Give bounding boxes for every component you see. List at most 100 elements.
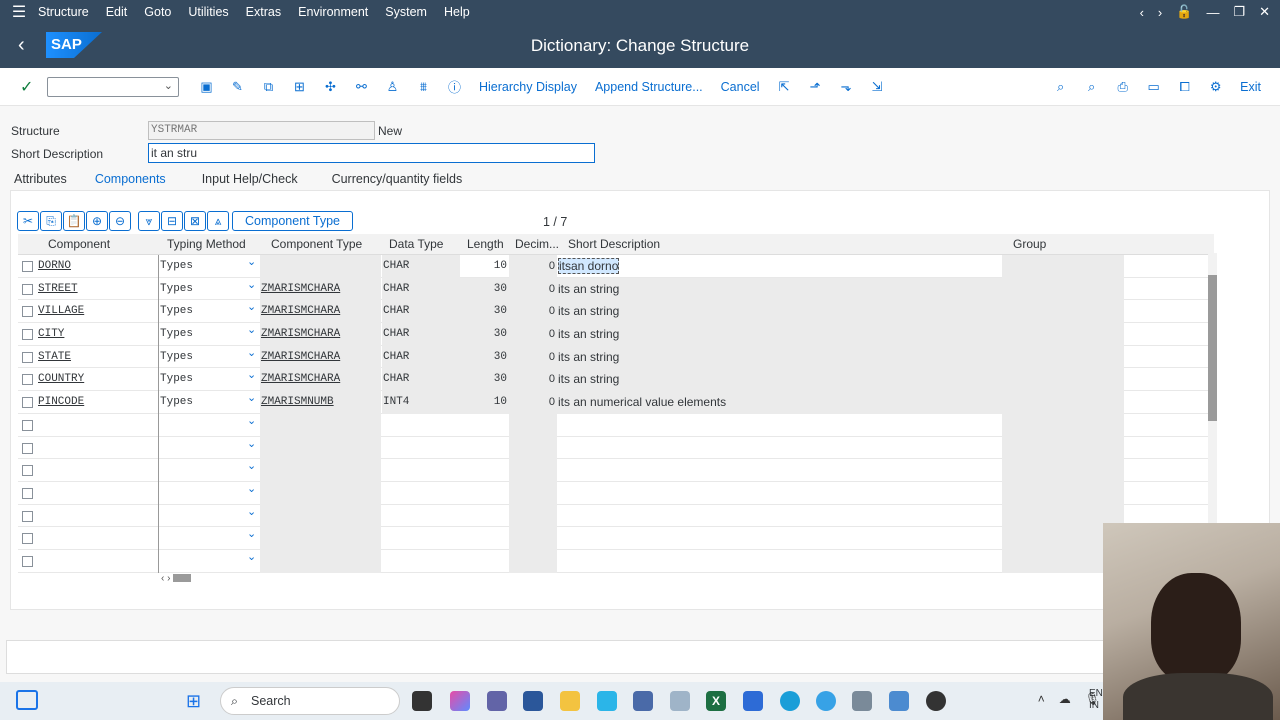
component-type-cell[interactable]: ZMARISMCHARA — [261, 300, 340, 323]
menu-utilities[interactable]: Utilities — [188, 5, 228, 19]
insert-include-icon[interactable]: ⊟ — [161, 211, 183, 231]
find-icon[interactable]: ⌕ — [1045, 79, 1076, 95]
edge-dev-icon[interactable] — [816, 691, 836, 711]
typing-method-cell[interactable]: Types — [160, 278, 193, 301]
row-select-checkbox[interactable] — [22, 283, 33, 295]
component-cell[interactable]: STREET — [38, 278, 158, 301]
component-type-cell[interactable]: ZMARISMCHARA — [261, 346, 340, 369]
menu-environment[interactable]: Environment — [298, 5, 368, 19]
short-description-cell[interactable]: its an string — [557, 345, 1002, 369]
chevron-up-icon[interactable]: ˄ — [1038, 692, 1045, 706]
short-description-cell[interactable]: itsan dorno — [557, 255, 1002, 278]
collapse-icon[interactable]: ⩓ — [207, 211, 229, 231]
row-select-checkbox[interactable] — [22, 510, 33, 522]
app-icon-10[interactable] — [743, 691, 763, 711]
component-type-button[interactable]: Component Type — [232, 211, 353, 231]
row-select-checkbox[interactable] — [22, 397, 33, 409]
maximize-icon[interactable]: ❐ — [1233, 4, 1245, 20]
chevron-down-icon[interactable]: ⌄ — [247, 437, 256, 450]
print-icon[interactable]: ⎙ — [1107, 79, 1138, 95]
row-select-checkbox[interactable] — [22, 329, 33, 341]
menu-edit[interactable]: Edit — [106, 5, 128, 19]
row-select-checkbox[interactable] — [22, 306, 33, 318]
typing-method-cell[interactable]: Types — [160, 368, 193, 391]
menu-goto[interactable]: Goto — [144, 5, 171, 19]
chevron-down-icon[interactable]: ⌄ — [247, 300, 256, 313]
where-used-icon[interactable]: ⚯ — [346, 79, 377, 95]
row-select-checkbox[interactable] — [22, 465, 33, 477]
delete-include-icon[interactable]: ⊠ — [184, 211, 206, 231]
component-cell[interactable]: PINCODE — [38, 391, 158, 414]
activate-icon[interactable]: ✣ — [315, 79, 346, 95]
check-icon[interactable]: ⊞ — [284, 79, 315, 95]
component-cell[interactable]: STATE — [38, 346, 158, 369]
menu-system[interactable]: System — [385, 5, 427, 19]
row-select-checkbox[interactable] — [22, 374, 33, 386]
display-change-icon[interactable]: ✎ — [222, 79, 253, 95]
row-select-checkbox[interactable] — [22, 261, 33, 272]
settings-icon[interactable]: ⚙ — [1200, 79, 1231, 95]
row-select-checkbox[interactable] — [22, 555, 33, 567]
windows-start-icon[interactable]: ⊞ — [186, 691, 201, 712]
last-page-icon[interactable]: ⇲ — [862, 79, 893, 95]
find-next-icon[interactable]: ⌕ — [1076, 79, 1107, 95]
first-page-icon[interactable]: ⇱ — [769, 79, 800, 95]
cloud-icon[interactable]: ☁ — [1059, 692, 1071, 706]
delete-row-icon[interactable]: ⊖ — [109, 211, 131, 231]
cut-icon[interactable]: ✂ — [17, 211, 39, 231]
short-description-cell[interactable]: its an string — [557, 277, 1002, 301]
command-field[interactable]: ⌄ — [47, 76, 179, 97]
chevron-down-icon[interactable]: ⌄ — [247, 391, 256, 404]
col-component[interactable]: Component — [48, 237, 110, 251]
edge-icon[interactable] — [780, 691, 800, 711]
col-group[interactable]: Group — [1013, 237, 1046, 251]
next-page-icon[interactable]: ⬎ — [831, 79, 862, 95]
settings-app-icon[interactable] — [852, 691, 872, 711]
language-indicator[interactable]: EN IN — [1089, 688, 1103, 712]
chevron-down-icon[interactable]: ⌄ — [247, 278, 256, 291]
chevron-down-icon[interactable]: ⌄ — [247, 459, 256, 472]
chevron-down-icon[interactable]: ⌄ — [247, 323, 256, 336]
col-component-type[interactable]: Component Type — [271, 237, 362, 251]
component-type-cell[interactable]: ZMARISMNUMB — [261, 391, 334, 414]
row-select-checkbox[interactable] — [22, 442, 33, 454]
other-object-icon[interactable]: ⧉ — [253, 79, 284, 95]
col-length[interactable]: Length — [467, 237, 504, 251]
chevron-down-icon[interactable]: ⌄ — [247, 368, 256, 381]
menu-icon[interactable]: ☰ — [0, 2, 38, 22]
chevron-down-icon[interactable]: ⌄ — [247, 346, 256, 359]
col-typing-method[interactable]: Typing Method — [167, 237, 246, 251]
row-select-checkbox[interactable] — [22, 533, 33, 545]
nav-right-icon[interactable]: › — [1158, 5, 1162, 20]
typing-method-cell[interactable]: Types — [160, 391, 193, 414]
copilot-icon[interactable] — [450, 691, 470, 711]
insert-row-icon[interactable]: ⊕ — [86, 211, 108, 231]
save-icon[interactable]: ▣ — [191, 79, 222, 95]
app-icon-8[interactable] — [670, 691, 690, 711]
copy-icon[interactable]: ⎘ — [40, 211, 62, 231]
nav-left-icon[interactable]: ‹ — [1140, 5, 1144, 20]
menu-structure[interactable]: Structure — [38, 5, 89, 19]
hierarchy-display-button[interactable]: Hierarchy Display — [479, 80, 577, 94]
menu-help[interactable]: Help — [444, 5, 470, 19]
component-cell[interactable]: VILLAGE — [38, 300, 158, 323]
app-icon-6[interactable] — [597, 691, 617, 711]
col-decimals[interactable]: Decim... — [515, 237, 559, 251]
app-icon-1[interactable] — [412, 691, 432, 711]
object-list-icon[interactable]: ♙ — [377, 79, 408, 95]
app-icon-7[interactable] — [633, 691, 653, 711]
short-description-input[interactable]: it an stru — [148, 143, 595, 163]
exit-button[interactable]: Exit — [1240, 80, 1261, 94]
info-icon[interactable]: ⓘ — [439, 77, 470, 96]
enter-icon[interactable]: ✓ — [20, 77, 40, 97]
chevron-down-icon[interactable]: ⌄ — [247, 527, 256, 540]
cancel-button[interactable]: Cancel — [721, 80, 760, 94]
app-icon-15[interactable] — [926, 691, 946, 711]
paste-icon[interactable]: 📋 — [63, 211, 85, 231]
row-select-checkbox[interactable] — [22, 351, 33, 363]
horizontal-scrollbar[interactable]: ‹ › — [161, 573, 192, 584]
window-icon[interactable]: ▭ — [1138, 79, 1169, 95]
close-icon[interactable]: ✕ — [1259, 4, 1270, 20]
lock-icon[interactable]: 🔓 — [1176, 4, 1192, 20]
typing-method-cell[interactable]: Types — [160, 300, 193, 323]
